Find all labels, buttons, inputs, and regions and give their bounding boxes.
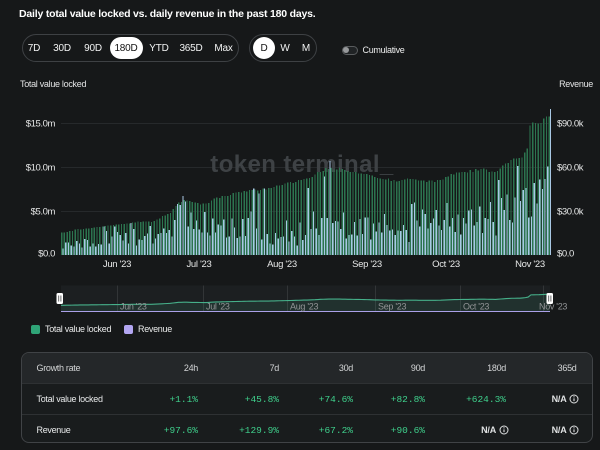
- svg-text:Nov '23: Nov '23: [539, 302, 567, 312]
- svg-text:Aug '23: Aug '23: [267, 259, 297, 270]
- svg-text:token terminal_: token terminal_: [210, 151, 394, 178]
- svg-text:$0.0: $0.0: [38, 249, 55, 260]
- svg-text:Sep '23: Sep '23: [352, 259, 382, 270]
- svg-text:Jun '23: Jun '23: [103, 259, 131, 270]
- svg-text:Jul '23: Jul '23: [206, 302, 230, 312]
- svg-text:$5.0m: $5.0m: [31, 207, 56, 218]
- svg-text:$60.0k: $60.0k: [557, 163, 584, 174]
- svg-text:$15.0m: $15.0m: [26, 119, 56, 130]
- svg-text:Oct '23: Oct '23: [432, 259, 460, 270]
- svg-text:Nov '23: Nov '23: [515, 259, 545, 270]
- svg-text:$30.0k: $30.0k: [557, 207, 584, 218]
- svg-text:$90.0k: $90.0k: [557, 119, 584, 130]
- svg-text:Sep '23: Sep '23: [378, 302, 406, 312]
- svg-text:Oct '23: Oct '23: [463, 302, 489, 312]
- svg-text:$10.0m: $10.0m: [26, 163, 56, 174]
- svg-text:$0.0: $0.0: [557, 249, 574, 260]
- svg-text:Aug '23: Aug '23: [290, 302, 318, 312]
- svg-text:Jun '23: Jun '23: [120, 302, 147, 312]
- svg-text:Jul '23: Jul '23: [186, 259, 211, 270]
